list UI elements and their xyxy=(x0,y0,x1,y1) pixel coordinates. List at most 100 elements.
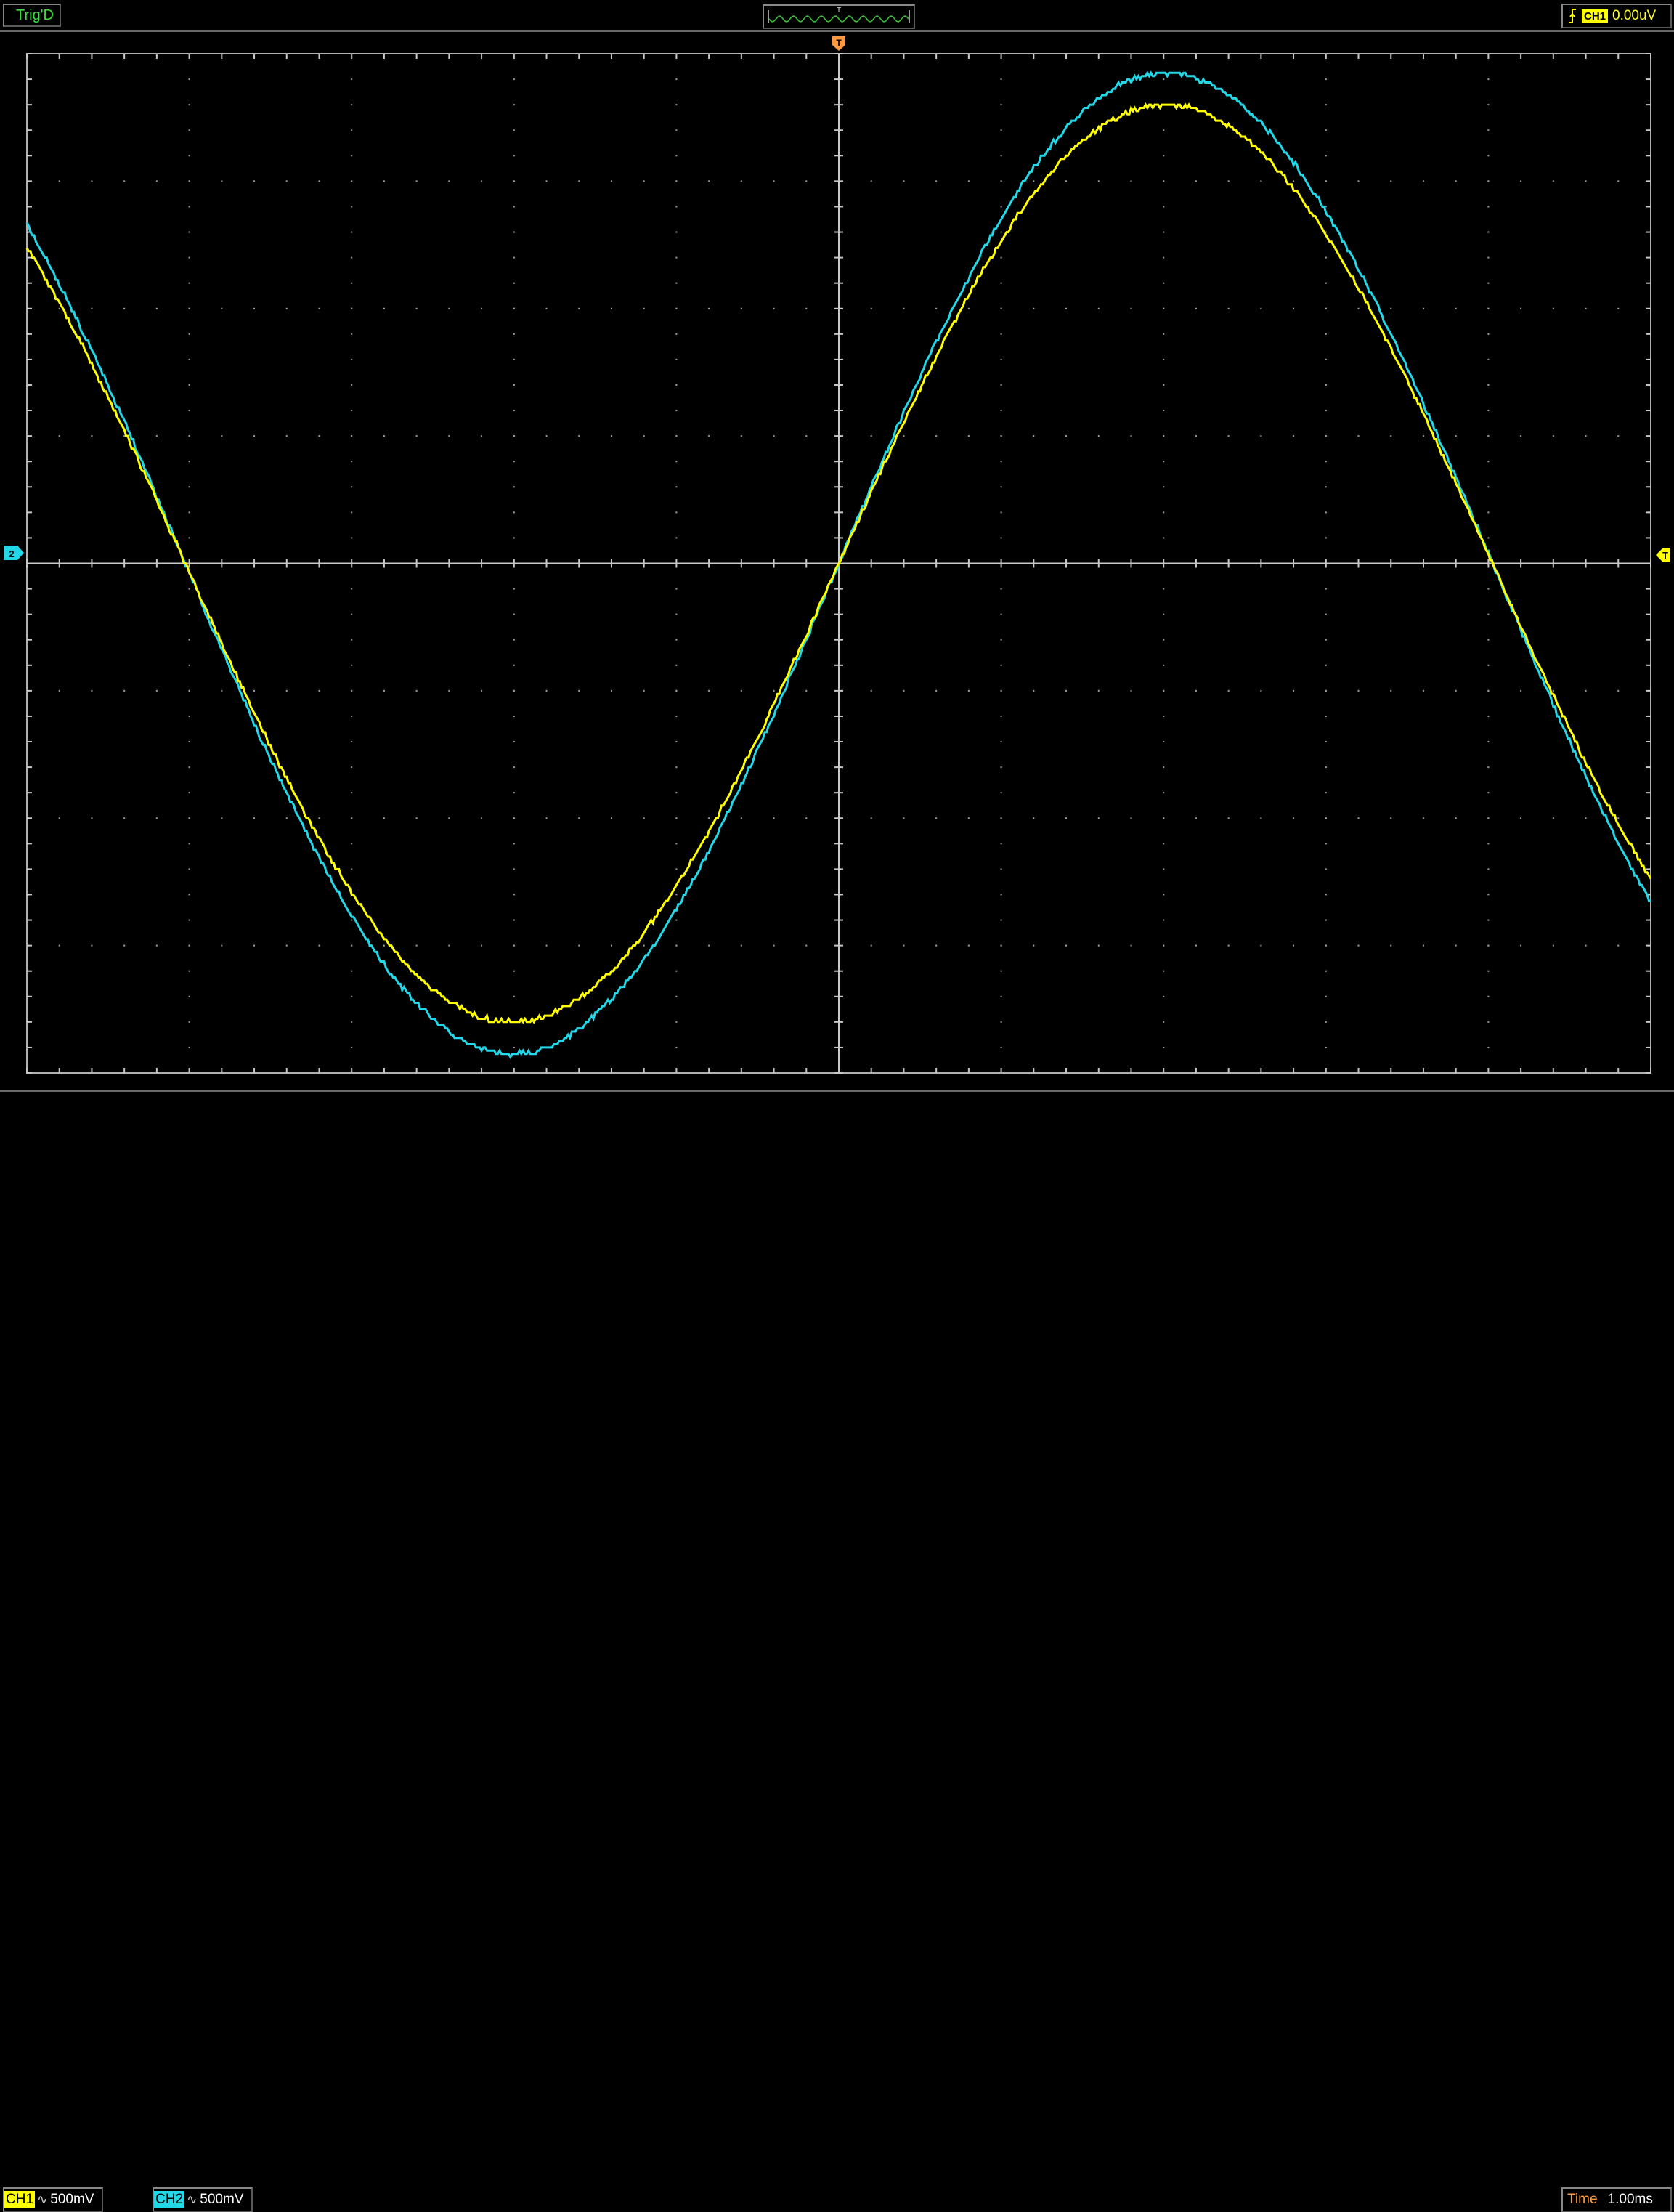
grid-dot xyxy=(351,1021,353,1023)
grid-dot xyxy=(1000,129,1002,131)
grid-dot xyxy=(1000,307,1002,309)
grid-dot xyxy=(1552,689,1554,692)
grid-dot xyxy=(1163,792,1165,794)
grid-dot xyxy=(1585,180,1587,182)
trigger-info[interactable]: CH1 0.00uV xyxy=(1561,4,1672,28)
grid-dot xyxy=(1000,766,1002,769)
ch2-scale-field[interactable]: CH2 ∿ 500mV xyxy=(153,2187,253,2212)
grid-dot xyxy=(903,817,905,819)
grid-dot xyxy=(91,180,93,182)
grid-dot xyxy=(1357,817,1360,819)
grid-dot xyxy=(123,307,126,309)
grid-dot xyxy=(1617,944,1620,947)
grid-dot xyxy=(1163,231,1165,233)
grid-dot xyxy=(578,307,580,309)
grid-dot xyxy=(1195,307,1197,309)
grid-dot xyxy=(188,1021,190,1023)
timebase-field[interactable]: Time 1.00ms xyxy=(1561,2187,1672,2212)
grid-dot xyxy=(1325,435,1327,437)
ch2-scale-value: 500mV xyxy=(200,2192,244,2207)
grid-dot xyxy=(578,689,580,692)
grid-dot xyxy=(1293,307,1295,309)
grid-dot xyxy=(1163,129,1165,131)
grid-dot xyxy=(1325,639,1327,641)
grid-dot xyxy=(1487,155,1490,157)
grid-dot xyxy=(675,894,678,896)
grid-dot xyxy=(351,1046,353,1048)
grid-dot xyxy=(675,333,678,335)
trigger-status-text: Trig'D xyxy=(16,7,54,23)
grid-dot xyxy=(285,817,288,819)
grid-dot xyxy=(351,358,353,360)
grid-dot xyxy=(1487,307,1490,309)
grid-dot xyxy=(253,307,256,309)
grid-dot xyxy=(1325,410,1327,412)
grid-dot xyxy=(1325,511,1327,514)
grid-dot xyxy=(1000,537,1002,539)
grid-dot xyxy=(1487,995,1490,997)
grid-dot xyxy=(155,817,158,819)
grid-dot xyxy=(1325,944,1327,947)
grid-dot xyxy=(1000,410,1002,412)
grid-dot xyxy=(1033,307,1035,309)
grid-dot xyxy=(415,307,418,309)
grid-dot xyxy=(1487,486,1490,488)
grid-dot xyxy=(1390,817,1392,819)
grid-dot xyxy=(1000,817,1002,819)
grid-dot xyxy=(188,358,190,360)
grid-dot xyxy=(1163,588,1165,590)
grid-dot xyxy=(1487,129,1490,131)
grid-dot xyxy=(1227,689,1230,692)
grid-dot xyxy=(351,206,353,208)
grid-dot xyxy=(675,511,678,514)
grid-dot xyxy=(1065,817,1068,819)
grid-dot xyxy=(1163,180,1165,182)
grid-dot xyxy=(188,180,190,182)
grid-dot xyxy=(1260,944,1262,947)
grid-dot xyxy=(415,944,418,947)
grid-dot xyxy=(1163,384,1165,386)
grid-dot xyxy=(253,944,256,947)
grid-dot xyxy=(1130,435,1132,437)
grid-dot xyxy=(1130,689,1132,692)
grid-dot xyxy=(188,817,190,819)
grid-dot xyxy=(967,817,970,819)
grid-dot xyxy=(1000,104,1002,106)
grid-dot xyxy=(221,817,223,819)
time-scale-value: 1.00ms xyxy=(1607,2192,1653,2207)
grid-dot xyxy=(545,307,548,309)
grid-dot xyxy=(58,944,60,947)
grid-dot xyxy=(1163,282,1165,284)
grid-dot xyxy=(1357,307,1360,309)
grid-dot xyxy=(935,435,938,437)
grid-dot xyxy=(1487,639,1490,641)
grid-dot xyxy=(1585,817,1587,819)
grid-dot xyxy=(1195,689,1197,692)
grid-dot xyxy=(1000,868,1002,870)
waveform-memory-preview[interactable]: T xyxy=(763,4,915,29)
grid-dot xyxy=(513,410,515,412)
grid-dot xyxy=(545,180,548,182)
grid-dot xyxy=(513,256,515,259)
grid-dot xyxy=(513,104,515,106)
scope-display[interactable]: T 2 T xyxy=(0,32,1674,1090)
grid-dot xyxy=(1000,792,1002,794)
grid-dot xyxy=(1325,333,1327,335)
grid-dot xyxy=(383,817,385,819)
grid-dot xyxy=(1000,588,1002,590)
grid-dot xyxy=(188,613,190,615)
grid-dot xyxy=(188,511,190,514)
ch1-scale-field[interactable]: CH1 ∿ 500mV xyxy=(3,2187,103,2212)
grid-dot xyxy=(1097,689,1100,692)
grid-dot xyxy=(1293,944,1295,947)
grid-dot xyxy=(1487,384,1490,386)
grid-dot xyxy=(318,435,320,437)
grid-dot xyxy=(1487,766,1490,769)
grid-dot xyxy=(1163,766,1165,769)
grid-dot xyxy=(675,307,678,309)
grid-dot xyxy=(1325,486,1327,488)
grid-dot xyxy=(1000,970,1002,972)
grid-dot xyxy=(513,792,515,794)
grid-dot xyxy=(1487,333,1490,335)
grid-dot xyxy=(578,817,580,819)
